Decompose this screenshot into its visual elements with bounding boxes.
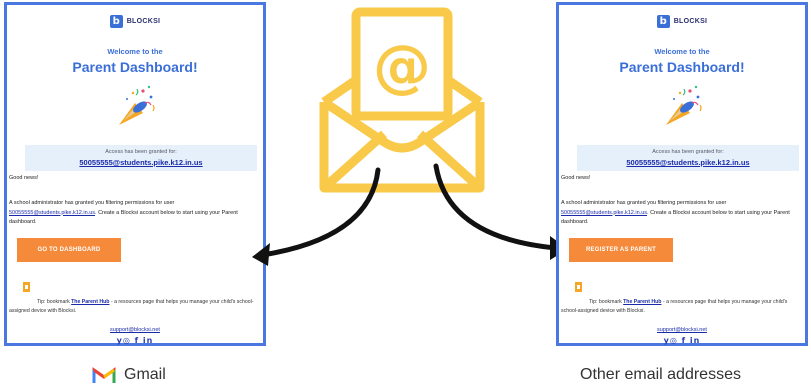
register-as-parent-button[interactable]: REGISTER AS PARENT — [569, 238, 673, 262]
tip-prefix: Tip: bookmark — [589, 299, 622, 305]
access-label: Access has been granted for: — [652, 149, 724, 155]
access-label: Access has been granted for: — [105, 149, 177, 155]
welcome-text: Welcome to the — [654, 47, 710, 56]
good-news-text: Good news! — [561, 175, 591, 181]
access-email-link[interactable]: 50055555@students.pike.k12.in.us — [25, 158, 257, 167]
welcome-text: Welcome to the — [107, 47, 163, 56]
tip-text: Tip: bookmark The Parent Hub - a resourc… — [9, 298, 259, 316]
access-box: Access has been granted for: 50055555@st… — [25, 145, 257, 171]
dashboard-title: Parent Dashboard! — [619, 59, 745, 75]
other-email-preview: b BLOCKSI Welcome to the Parent Dashboar… — [556, 2, 808, 346]
svg-text:@: @ — [373, 32, 431, 100]
gmail-label: Gmail — [92, 366, 166, 384]
student-email-link[interactable]: 50055555@students.pike.k12.in.us — [9, 210, 95, 216]
blocksi-logo-icon: b — [656, 15, 670, 28]
access-box: Access has been granted for: 50055555@st… — [577, 145, 799, 171]
bookmark-icon — [23, 282, 30, 292]
body-prefix: A school administrator has granted you f… — [9, 200, 175, 206]
other-email-label: Other email addresses — [580, 366, 741, 383]
gmail-icon — [92, 367, 116, 383]
bookmark-icon — [575, 282, 582, 292]
gmail-email-preview: b BLOCKSI Welcome to the Parent Dashboar… — [4, 2, 266, 346]
email-envelope-icon: @ — [319, 7, 485, 193]
tip-text: Tip: bookmark The Parent Hub - a resourc… — [561, 298, 801, 316]
dashboard-title: Parent Dashboard! — [72, 59, 198, 75]
parent-hub-link[interactable]: The Parent Hub — [71, 299, 109, 305]
blocksi-logo-icon: b — [109, 15, 123, 28]
blocksi-logo-text: BLOCKSI — [126, 18, 161, 25]
access-email-link[interactable]: 50055555@students.pike.k12.in.us — [577, 158, 799, 167]
body-text: A school administrator has granted you f… — [561, 199, 801, 228]
go-to-dashboard-button[interactable]: GO TO DASHBOARD — [17, 238, 121, 262]
support-email-link[interactable]: support@blocksi.net — [559, 327, 805, 333]
body-text: A school administrator has granted you f… — [9, 199, 259, 228]
social-icons[interactable]: y◎ f in — [559, 336, 805, 345]
party-popper-icon — [119, 85, 155, 125]
support-email-link[interactable]: support@blocksi.net — [7, 327, 263, 333]
party-popper-icon — [666, 85, 702, 125]
student-email-link[interactable]: 50055555@students.pike.k12.in.us — [561, 210, 647, 216]
social-icons[interactable]: y◎ f in — [7, 336, 263, 345]
blocksi-logo: b BLOCKSI — [7, 15, 263, 28]
parent-hub-link[interactable]: The Parent Hub — [623, 299, 661, 305]
gmail-label-text: Gmail — [124, 366, 166, 383]
tip-prefix: Tip: bookmark — [37, 299, 70, 305]
good-news-text: Good news! — [9, 175, 39, 181]
blocksi-logo-text: BLOCKSI — [673, 18, 708, 25]
body-prefix: A school administrator has granted you f… — [561, 200, 727, 206]
blocksi-logo: b BLOCKSI — [559, 15, 805, 28]
